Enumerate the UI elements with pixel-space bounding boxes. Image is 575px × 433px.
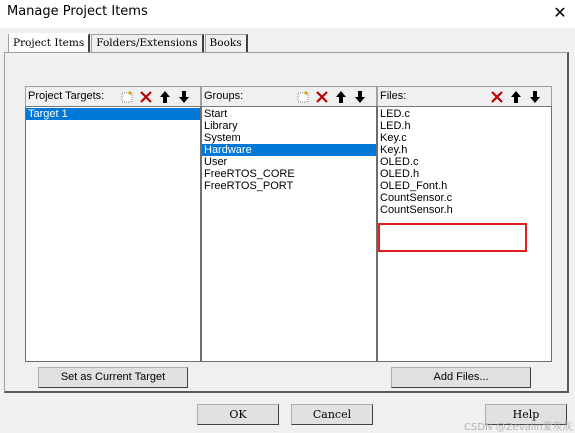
arrow-up-icon	[336, 90, 346, 103]
file-item[interactable]: LED.h	[378, 120, 551, 132]
delete-icon	[140, 90, 152, 103]
move-target-down-button[interactable]	[175, 88, 193, 105]
targets-listbox: Project Targets: Target 1	[25, 86, 201, 362]
group-item[interactable]: Hardware	[202, 144, 376, 156]
target-item[interactable]: Target 1	[26, 108, 200, 120]
file-item[interactable]: OLED_Font.h	[378, 180, 551, 192]
move-target-up-button[interactable]	[156, 88, 174, 105]
add-files-button[interactable]: Add Files...	[391, 367, 531, 388]
groups-listbox: Groups: Start Library System Hardware Us…	[201, 86, 377, 362]
new-group-button[interactable]	[294, 88, 312, 105]
file-item[interactable]: CountSensor.c	[378, 192, 551, 204]
file-item[interactable]: Key.h	[378, 144, 551, 156]
project-items-panel: Project Targets: Target 1 Groups: Start …	[4, 52, 569, 393]
delete-file-button[interactable]	[488, 88, 506, 105]
window-title: Manage Project Items	[7, 4, 148, 19]
targets-list: Target 1	[25, 106, 201, 362]
files-list: LED.c LED.h Key.c Key.h OLED.c OLED.h OL…	[377, 106, 552, 362]
files-header-label: Files:	[380, 90, 407, 102]
files-header: Files:	[377, 86, 552, 106]
ok-button[interactable]: OK	[197, 404, 279, 425]
arrow-up-icon	[160, 90, 170, 103]
file-item[interactable]: LED.c	[378, 108, 551, 120]
group-item[interactable]: System	[202, 132, 376, 144]
arrow-up-icon	[511, 90, 521, 103]
watermark: CSDN @Zevalin爱灰灰	[464, 422, 573, 433]
files-listbox: Files: LED.c LED.h Key.c Key.h OLED.c OL…	[377, 86, 552, 362]
group-item[interactable]: User	[202, 156, 376, 168]
tab-project-items[interactable]: Project Items	[8, 33, 91, 52]
delete-icon	[491, 90, 503, 103]
groups-header: Groups:	[201, 86, 377, 106]
delete-icon	[316, 90, 328, 103]
cancel-button[interactable]: Cancel	[291, 404, 373, 425]
close-icon[interactable]: ✕	[550, 3, 570, 23]
move-file-down-button[interactable]	[526, 88, 544, 105]
new-target-button[interactable]	[118, 88, 136, 105]
title-bar: Manage Project Items ✕	[0, 0, 575, 28]
move-group-down-button[interactable]	[351, 88, 369, 105]
set-current-target-button[interactable]: Set as Current Target	[38, 367, 188, 388]
group-item[interactable]: Start	[202, 108, 376, 120]
tab-books[interactable]: Books	[204, 34, 248, 52]
tab-folders-extensions[interactable]: Folders/Extensions	[91, 34, 204, 52]
file-item[interactable]: CountSensor.h	[378, 204, 551, 216]
new-item-icon	[297, 90, 309, 102]
arrow-down-icon	[355, 90, 365, 103]
delete-group-button[interactable]	[313, 88, 331, 105]
file-item[interactable]: OLED.h	[378, 168, 551, 180]
targets-header-label: Project Targets:	[28, 90, 105, 102]
groups-header-label: Groups:	[204, 90, 244, 102]
groups-list: Start Library System Hardware User FreeR…	[201, 106, 377, 362]
dialog-body: Project Items Folders/Extensions Books P…	[0, 28, 575, 433]
arrow-down-icon	[530, 90, 540, 103]
file-item[interactable]: Key.c	[378, 132, 551, 144]
arrow-down-icon	[179, 90, 189, 103]
group-item[interactable]: FreeRTOS_CORE	[202, 168, 376, 180]
move-file-up-button[interactable]	[507, 88, 525, 105]
targets-header: Project Targets:	[25, 86, 201, 106]
group-item[interactable]: Library	[202, 120, 376, 132]
file-item[interactable]: OLED.c	[378, 156, 551, 168]
move-group-up-button[interactable]	[332, 88, 350, 105]
group-item[interactable]: FreeRTOS_PORT	[202, 180, 376, 192]
delete-target-button[interactable]	[137, 88, 155, 105]
tab-strip: Project Items Folders/Extensions Books	[8, 33, 249, 52]
new-item-icon	[121, 90, 133, 102]
